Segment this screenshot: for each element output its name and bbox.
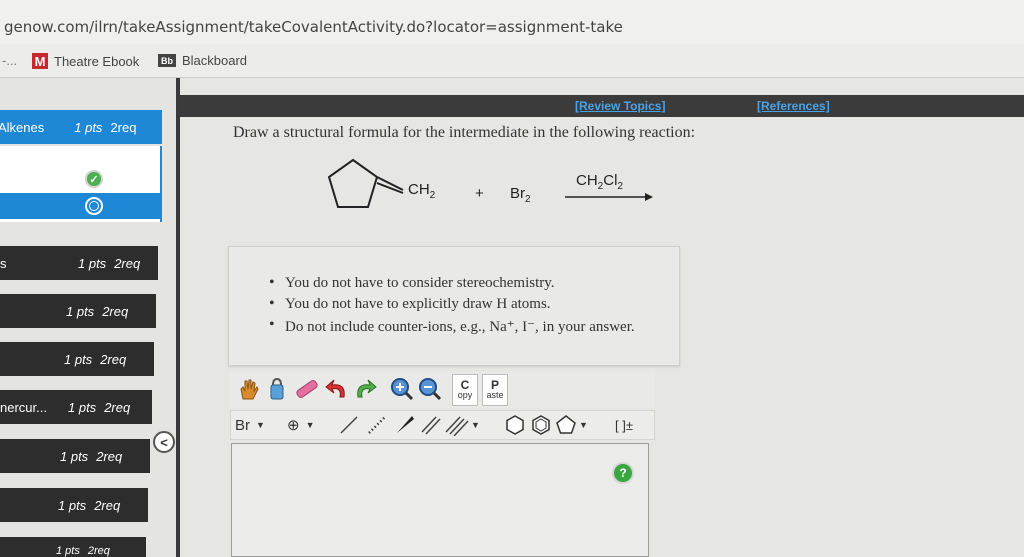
instruction-item: Do not include counter-ions, e.g., Na⁺, … [269,316,635,336]
sidebar-item[interactable]: 1 pts 2req [0,294,156,328]
bookmarks-ellipsis[interactable]: -... [2,53,17,68]
sidebar-item-req: 2req [96,448,123,464]
sidebar-item-req: 2req [94,497,121,513]
check-icon: ✓ [85,170,103,188]
sidebar-item-pts: 1 pts [64,351,93,367]
sidebar-item-alkenes[interactable]: Alkenes 1 pts 2req [0,110,162,144]
paste-button[interactable]: P aste [482,374,508,406]
references-link[interactable]: [References] [757,99,830,113]
sidebar-item-req: 2req [110,119,137,135]
url-text[interactable]: genow.com/ilrn/takeAssignment/takeCovale… [4,18,623,36]
paste-label-top: P [490,378,499,392]
instructions-list: You do not have to consider stereochemis… [269,274,635,340]
bookmark-label: Theatre Ebook [54,53,140,69]
sidebar-item-pts: 1 pts [68,399,97,415]
wedge-bond-icon[interactable] [393,413,417,437]
triple-bond-icon [445,416,469,436]
zoom-out-icon[interactable] [418,376,442,402]
lasso-select-icon[interactable] [266,376,288,402]
sidebar-item[interactable]: 1 pts 2req [0,537,146,557]
sidebar-item-pts: 1 pts [78,255,107,271]
chevron-down-icon: ▼ [471,420,480,430]
sidebar-item-req: 2req [100,351,127,367]
reagent: Br2 [510,185,531,205]
instructions-box: You do not have to consider stereochemis… [228,246,680,366]
double-bond-icon[interactable] [419,413,443,437]
sidebar-item[interactable]: 1 pts 2req [0,342,154,376]
instruction-item: You do not have to explicitly draw H ato… [269,295,635,313]
chevron-down-icon: ▼ [579,420,588,430]
bracket-charge-tool[interactable]: [ ]± [609,413,639,437]
hexagon-ring-icon[interactable] [503,413,527,437]
pentagon-ring-icon [556,415,576,434]
sidebar-item-label: Alkenes [0,119,45,135]
editor-toolbar-bottom: Br ▼ ⊕ ▼ ▼ ▼ [ ]± [230,410,655,440]
chevron-down-icon: ▼ [256,420,265,430]
benzene-ring-icon[interactable] [529,413,553,437]
eraser-icon[interactable] [292,376,320,402]
copy-button[interactable]: C opy [452,374,478,406]
m-logo-icon: M [32,53,48,69]
single-bond-icon[interactable] [337,413,361,437]
solvent-label: CH2Cl2 [576,172,623,192]
help-icon[interactable]: ? [612,462,634,484]
radio-icon[interactable] [85,197,103,215]
triple-bond-tool[interactable]: ▼ [445,413,485,437]
charge-tool[interactable]: ⊕ ▼ [287,413,327,437]
bookmarks-bar: -... M Theatre Ebook Bb Blackboard [0,44,1024,78]
question-prompt: Draw a structural formula for the interm… [233,124,696,141]
sidebar-item[interactable]: nercur... 1 pts 2req [0,390,152,424]
reaction-arrow-icon [565,193,653,201]
review-topics-link[interactable]: [Review Topics] [575,99,665,113]
instruction-item: You do not have to consider stereochemis… [269,274,635,292]
chevron-down-icon: ▼ [305,420,315,430]
copy-label-top: C [460,378,470,392]
sidebar-subitem-selected[interactable] [0,193,162,219]
element-select[interactable]: Br ▼ [235,413,275,437]
sidebar-item-pts: 1 pts [66,303,95,319]
sidebar-item-req: 2req [104,399,131,415]
reaction-equation: CH2 + Br2 CH2Cl2 [320,155,660,225]
sidebar-item[interactable]: s 1 pts 2req [0,246,158,280]
sidebar-item-pts: 1 pts [60,448,89,464]
sidebar-item-req: 2req [87,545,110,557]
sidebar-item-req: 2req [114,255,141,271]
copy-label-bottom: opy [457,390,473,400]
undo-icon[interactable] [324,376,350,402]
bookmark-label: Blackboard [182,53,248,68]
sidebar-item-pts: 1 pts [56,545,80,557]
blackboard-icon: Bb [158,54,176,67]
drawing-canvas[interactable] [231,443,649,557]
sidebar-item[interactable]: 1 pts 2req [0,439,150,473]
reactant-group: CH2 [408,181,436,201]
hand-tool-icon[interactable] [236,376,260,402]
zoom-in-icon[interactable] [390,376,414,402]
bookmark-theatre-ebook[interactable]: M Theatre Ebook [32,53,139,69]
sidebar-item-pts: 1 pts [58,497,87,513]
sidebar-divider [176,78,180,557]
sidebar-item-req: 2req [102,303,129,319]
paste-label-bottom: aste [486,390,504,400]
sidebar-item[interactable]: 1 pts 2req [0,488,148,522]
plus-sign: + [475,185,484,202]
bookmark-blackboard[interactable]: Bb Blackboard [158,53,247,68]
address-bar[interactable]: genow.com/ilrn/takeAssignment/takeCovale… [0,0,1024,44]
cyclopentane-ring-icon [327,158,404,208]
ring-template-tool[interactable]: ▼ [555,413,595,437]
element-select-value: Br [235,416,250,434]
redo-icon[interactable] [352,376,378,402]
sidebar-item-label: s [0,255,7,271]
sidebar-item-pts: 1 pts [74,119,103,135]
hashed-bond-icon[interactable] [365,413,389,437]
collapse-sidebar-button[interactable]: < [153,431,175,453]
plus-circle-icon: ⊕ [287,417,300,434]
editor-toolbar-top: C opy P aste [230,372,655,408]
sidebar-item-label: nercur... [0,399,47,415]
